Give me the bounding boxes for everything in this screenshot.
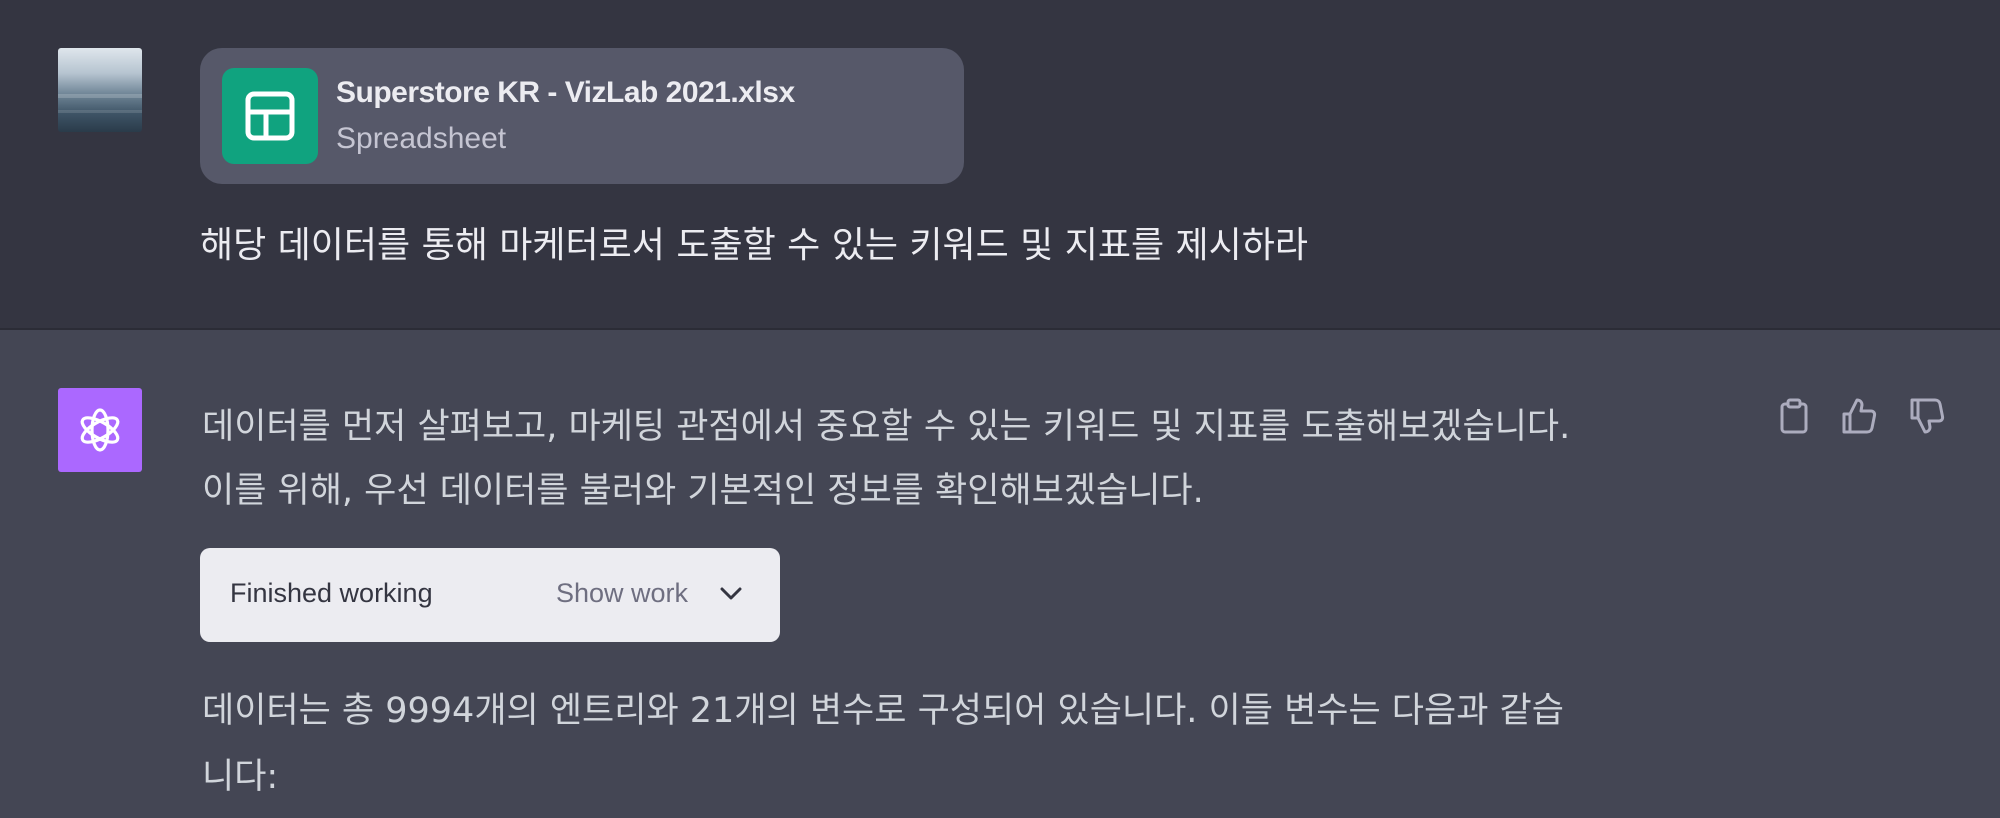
show-work-button[interactable]: Show work	[556, 578, 688, 609]
thumbs-down-icon[interactable]	[1906, 396, 1946, 436]
file-attachment-card[interactable]: Superstore KR - VizLab 2021.xlsx Spreads…	[200, 48, 964, 184]
chatgpt-logo-icon	[58, 388, 142, 472]
thumbs-up-icon[interactable]	[1838, 396, 1878, 436]
assistant-text-line: 데이터는 총 9994개의 엔트리와 21개의 변수로 구성되어 있습니다. 이…	[202, 691, 1564, 731]
user-message-text: 해당 데이터를 통해 마케터로서 도출할 수 있는 키워드 및 지표를 제시하라	[200, 225, 1309, 266]
assistant-text-line: 이를 위해, 우선 데이터를 불러와 기본적인 정보를 확인해보겠습니다.	[202, 471, 1204, 511]
file-name: Superstore KR - VizLab 2021.xlsx	[336, 76, 795, 109]
spreadsheet-icon	[222, 68, 318, 164]
work-status-label: Finished working	[230, 578, 433, 608]
user-message-block: Superstore KR - VizLab 2021.xlsx Spreads…	[0, 0, 2000, 330]
assistant-text-line: 니다:	[202, 757, 279, 797]
avatar-wave	[58, 94, 142, 98]
avatar-wave	[58, 110, 142, 113]
copy-icon[interactable]	[1774, 396, 1814, 436]
assistant-message-block: 데이터를 먼저 살펴보고, 마케팅 관점에서 중요할 수 있는 키워드 및 지표…	[0, 330, 2000, 818]
assistant-text-line: 데이터를 먼저 살펴보고, 마케팅 관점에서 중요할 수 있는 키워드 및 지표…	[202, 407, 1571, 447]
work-status-box[interactable]: Finished working Show work	[200, 548, 780, 642]
file-type: Spreadsheet	[336, 122, 507, 155]
user-avatar	[58, 48, 142, 132]
chevron-down-icon[interactable]	[720, 586, 742, 605]
